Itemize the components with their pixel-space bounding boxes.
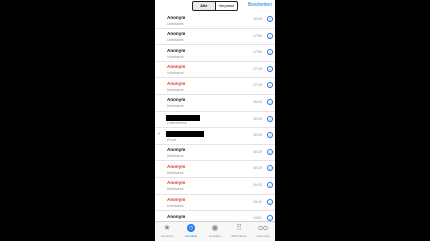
segment-missed[interactable]: Verpasst xyxy=(214,2,238,10)
call-row[interactable]: Anonym Unbekannt 16:19 i xyxy=(155,161,275,178)
phone-screen: Alle Verpasst Bearbeiten Anonym Unbekannt… xyxy=(155,0,275,241)
redacted-name xyxy=(166,114,200,121)
call-row[interactable]: ↗ Privat 16:29 i xyxy=(155,128,275,145)
caller-name: Anonym xyxy=(167,163,186,169)
contacts-icon: ◉ xyxy=(211,223,219,232)
call-time: 16:19 xyxy=(253,166,262,171)
caller-label: Unbekannt xyxy=(167,54,184,59)
info-icon[interactable]: i xyxy=(267,16,273,22)
info-icon[interactable]: i xyxy=(267,198,273,205)
caller-label: Unbekannt xyxy=(167,71,184,76)
caller-name: Anonym xyxy=(167,64,186,70)
info-icon[interactable]: i xyxy=(267,32,273,39)
call-time: 16:29 xyxy=(253,133,262,138)
caller-label: Unbekannt xyxy=(167,104,184,109)
tab-label: Ziffernblock xyxy=(231,234,247,238)
info-icon[interactable]: i xyxy=(267,49,273,56)
tab-anrufliste[interactable]: ◷ Anrufliste xyxy=(179,222,203,241)
caller-label: Unbekannt xyxy=(167,170,184,175)
call-row[interactable]: Anonym Unbekannt 16:44 i xyxy=(155,95,275,112)
call-time: 17:53 xyxy=(253,33,262,38)
caller-name: Anonym xyxy=(167,147,186,153)
call-filter-segmented-control[interactable]: Alle Verpasst xyxy=(192,1,238,11)
caller-label: Unbekannt xyxy=(167,87,184,92)
outgoing-call-icon: ↗ xyxy=(157,131,161,137)
info-icon[interactable]: i xyxy=(267,65,273,72)
call-row[interactable]: Anonym Unbekannt 17:19 i xyxy=(155,62,275,79)
call-time: 17:53 xyxy=(253,50,262,55)
segment-all[interactable]: Alle xyxy=(193,2,215,10)
caller-label: Unbekannt xyxy=(167,204,184,209)
call-row[interactable]: Lebenshemd 16:29 i xyxy=(155,112,275,129)
tab-kontakte[interactable]: ◉ Kontakte xyxy=(203,222,227,241)
nav-bar: Alle Verpasst Bearbeiten xyxy=(155,0,275,12)
caller-label: Unbekannt xyxy=(167,21,184,26)
clock-icon: ◷ xyxy=(187,224,195,232)
call-time: 17:19 xyxy=(253,83,262,88)
call-row[interactable]: Anonym Unbekannt 16:20 i xyxy=(155,145,275,162)
tab-label: Voicemail xyxy=(256,234,270,238)
info-icon[interactable]: i xyxy=(267,98,273,105)
info-icon[interactable]: i xyxy=(267,165,273,172)
tab-ziffernblock[interactable]: ⠿ Ziffernblock xyxy=(227,222,251,241)
tab-label: Kontakte xyxy=(209,234,221,238)
caller-name: Anonym xyxy=(167,47,186,53)
caller-label: Unbekannt xyxy=(167,187,184,192)
call-time: 16:44 xyxy=(253,99,262,104)
call-time: 16:20 xyxy=(253,149,262,154)
call-row[interactable]: Anonym Unbekannt 19:03 i xyxy=(155,12,275,29)
call-row[interactable]: Anonym Unbekannt 17:53 i xyxy=(155,29,275,46)
tab-label: Favoriten xyxy=(160,234,174,238)
caller-name: Anonym xyxy=(167,213,186,219)
keypad-icon: ⠿ xyxy=(236,223,242,232)
caller-name: Anonym xyxy=(167,14,186,20)
redacted-name xyxy=(166,131,204,138)
caller-name: Anonym xyxy=(167,31,186,37)
tab-voicemail[interactable]: ᴑᴑ Voicemail xyxy=(251,222,275,241)
caller-label: Unbekannt xyxy=(167,38,184,43)
info-icon[interactable]: i xyxy=(267,82,273,89)
call-time: 19:03 xyxy=(253,17,262,21)
edit-button[interactable]: Bearbeiten xyxy=(248,2,272,8)
recents-list: Anonym Unbekannt 19:03 i Anonym Unbekannt 17:5… xyxy=(155,12,275,228)
caller-label: Unbekannt xyxy=(167,154,184,159)
tab-bar: ★ Favoriten ◷ Anrufliste ◉ Kontakte ⠿ Ziffernbl… xyxy=(155,221,275,241)
info-icon[interactable]: i xyxy=(267,148,273,155)
call-row[interactable]: Anonym Unbekannt 15:02 i xyxy=(155,178,275,195)
caller-name: Anonym xyxy=(167,80,186,86)
call-row[interactable]: Anonym Unbekannt 17:19 i xyxy=(155,78,275,95)
caller-name: Anonym xyxy=(167,180,186,186)
call-time: 16:29 xyxy=(253,116,262,121)
voicemail-icon: ᴑᴑ xyxy=(258,223,268,232)
caller-label: Lebenshemd xyxy=(167,121,187,126)
call-row[interactable]: Anonym Unbekannt 15:41 i xyxy=(155,195,275,212)
star-icon: ★ xyxy=(163,223,171,232)
info-icon[interactable]: i xyxy=(267,132,273,139)
tab-label: Anrufliste xyxy=(184,234,198,238)
call-time: 15:02 xyxy=(253,182,262,187)
call-row[interactable]: Anonym Unbekannt 17:53 i xyxy=(155,45,275,62)
tab-favoriten[interactable]: ★ Favoriten xyxy=(155,222,179,241)
info-icon[interactable]: i xyxy=(267,115,273,122)
caller-name: Anonym xyxy=(167,97,186,103)
call-time: 17:19 xyxy=(253,66,262,71)
call-time: 15:41 xyxy=(253,199,262,204)
call-time: 14:51 xyxy=(253,216,262,221)
caller-name: Anonym xyxy=(167,197,186,203)
caller-label: Privat xyxy=(167,137,176,142)
info-icon[interactable]: i xyxy=(267,181,273,188)
